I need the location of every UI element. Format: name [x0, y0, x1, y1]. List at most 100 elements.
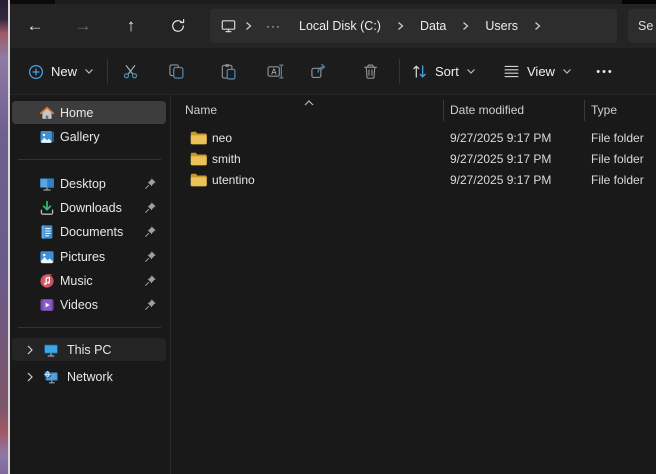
view-icon: [503, 63, 520, 80]
up-icon: ↑: [127, 16, 136, 36]
refresh-button[interactable]: [161, 9, 195, 43]
chevron-right-icon[interactable]: [24, 343, 36, 355]
column-header-date-modified[interactable]: Date modified: [450, 103, 524, 117]
sidebar-item-downloads[interactable]: Downloads: [12, 196, 166, 219]
search-text: Se: [638, 19, 653, 33]
breadcrumb-chevron-icon[interactable]: [393, 21, 408, 31]
share-button[interactable]: [301, 55, 335, 88]
breadcrumb-item-local-disk[interactable]: Local Disk (C:): [291, 19, 389, 33]
column-header-name[interactable]: Name: [185, 103, 217, 117]
ellipsis-icon: •••: [596, 66, 614, 78]
new-button-label: New: [51, 64, 77, 79]
forward-button[interactable]: →: [66, 9, 100, 43]
breadcrumb-item-data[interactable]: Data: [412, 19, 454, 33]
breadcrumb-item-users[interactable]: Users: [477, 19, 526, 33]
sidebar-separator: [18, 327, 161, 328]
sidebar-item-documents[interactable]: Documents: [12, 220, 166, 243]
cut-icon: [122, 63, 139, 80]
sidebar-item-home[interactable]: Home: [12, 101, 166, 124]
sidebar-item-gallery[interactable]: Gallery: [12, 125, 166, 148]
sidebar-item-label: Gallery: [60, 130, 100, 144]
sort-icon: [411, 63, 428, 80]
sidebar-item-videos[interactable]: Videos: [12, 293, 166, 316]
file-type: File folder: [591, 152, 644, 166]
view-button[interactable]: View: [499, 55, 576, 88]
desktop-icon: [39, 176, 55, 192]
copy-icon: [168, 63, 185, 80]
back-button[interactable]: ←: [18, 9, 52, 43]
file-type: File folder: [591, 173, 644, 187]
search-input[interactable]: Se: [628, 9, 656, 43]
share-icon: [310, 63, 327, 80]
sort-button[interactable]: Sort: [407, 55, 480, 88]
rename-button[interactable]: A: [258, 55, 292, 88]
file-date-modified: 9/27/2025 9:17 PM: [450, 152, 551, 166]
file-type: File folder: [591, 131, 644, 145]
pin-icon: [144, 177, 157, 190]
sidebar-item-pictures[interactable]: Pictures: [12, 245, 166, 268]
sidebar-item-label: Pictures: [60, 250, 105, 264]
file-name: smith: [212, 152, 241, 166]
paste-button[interactable]: [211, 55, 245, 88]
breadcrumb-chevron-icon[interactable]: [458, 21, 473, 31]
file-date-modified: 9/27/2025 9:17 PM: [450, 131, 551, 145]
column-header-type[interactable]: Type: [591, 103, 617, 117]
more-options-button[interactable]: •••: [588, 55, 622, 88]
sidebar-item-label: Downloads: [60, 201, 122, 215]
desktop-wallpaper-strip: [0, 0, 8, 474]
trash-icon: [362, 63, 379, 80]
pin-icon: [144, 274, 157, 287]
documents-icon: [39, 224, 55, 240]
videos-icon: [39, 297, 55, 313]
sidebar-item-music[interactable]: Music: [12, 269, 166, 292]
copy-button[interactable]: [159, 55, 193, 88]
file-row-utentino[interactable]: utentino 9/27/2025 9:17 PM File folder: [172, 170, 656, 191]
pictures-icon: [39, 249, 55, 265]
command-toolbar: New: [10, 48, 656, 95]
breadcrumb-chevron-icon[interactable]: [530, 21, 545, 31]
navigation-bar: ← → ↑ ··· Local Disk (C:): [10, 4, 656, 48]
chevron-down-icon: [466, 68, 476, 75]
content-area: Home Gallery: [10, 95, 656, 474]
folder-icon: [190, 173, 207, 187]
view-button-label: View: [527, 64, 555, 79]
this-pc-crumb-icon[interactable]: [220, 18, 237, 34]
sidebar-item-label: Documents: [60, 225, 123, 239]
toolbar-separator: [399, 59, 400, 84]
file-row-smith[interactable]: smith 9/27/2025 9:17 PM File folder: [172, 149, 656, 170]
sidebar-item-label: Desktop: [60, 177, 106, 191]
file-row-neo[interactable]: neo 9/27/2025 9:17 PM File folder: [172, 128, 656, 149]
sidebar-item-this-pc[interactable]: This PC: [12, 338, 166, 361]
file-explorer-window: ← → ↑ ··· Local Disk (C:): [10, 0, 656, 474]
sidebar-item-label: Network: [67, 370, 113, 384]
column-header-row: Name Date modified Type: [172, 99, 656, 122]
delete-button[interactable]: [353, 55, 387, 88]
column-divider[interactable]: [584, 100, 585, 121]
cut-button[interactable]: [113, 55, 147, 88]
breadcrumb-chevron-icon: [241, 21, 256, 31]
sort-ascending-icon: [303, 94, 315, 102]
file-name: utentino: [212, 173, 255, 187]
sidebar-item-label: Videos: [60, 298, 98, 312]
sidebar: Home Gallery: [10, 95, 171, 474]
chevron-down-icon: [562, 68, 572, 75]
up-button[interactable]: ↑: [114, 9, 148, 43]
new-button[interactable]: New: [24, 55, 98, 88]
pin-icon: [144, 298, 157, 311]
sidebar-item-desktop[interactable]: Desktop: [12, 172, 166, 195]
sidebar-item-label: Home: [60, 106, 93, 120]
column-divider[interactable]: [443, 100, 444, 121]
breadcrumb-ellipsis[interactable]: ···: [260, 19, 287, 33]
file-list-panel: Name Date modified Type neo 9/27/2025 9:…: [172, 95, 656, 474]
network-icon: [43, 369, 59, 385]
sidebar-item-network[interactable]: Network: [12, 365, 166, 388]
pin-icon: [144, 201, 157, 214]
toolbar-separator: [107, 59, 108, 84]
gallery-icon: [39, 129, 55, 145]
file-name: neo: [212, 131, 232, 145]
svg-text:A: A: [271, 67, 277, 76]
address-bar[interactable]: ··· Local Disk (C:) Data Users: [210, 9, 617, 43]
music-icon: [39, 273, 55, 289]
folder-icon: [190, 131, 207, 145]
chevron-right-icon[interactable]: [24, 370, 36, 382]
